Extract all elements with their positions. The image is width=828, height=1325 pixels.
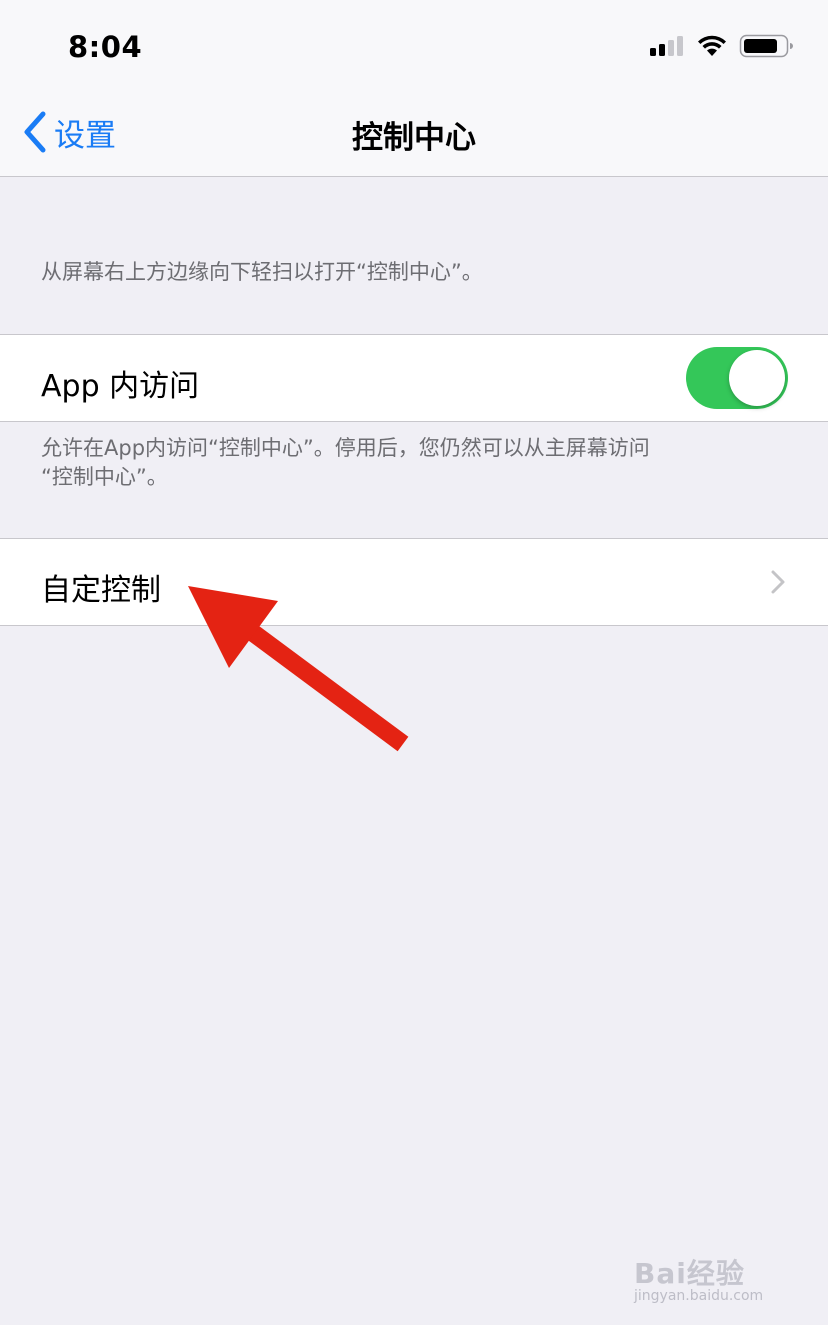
watermark-main: Bai经验 xyxy=(634,1257,745,1290)
baidu-watermark: Bai经验 jingyan.baidu.com xyxy=(634,1236,794,1306)
red-arrow-annotation xyxy=(188,586,409,752)
watermark-sub: jingyan.baidu.com xyxy=(634,1288,764,1304)
